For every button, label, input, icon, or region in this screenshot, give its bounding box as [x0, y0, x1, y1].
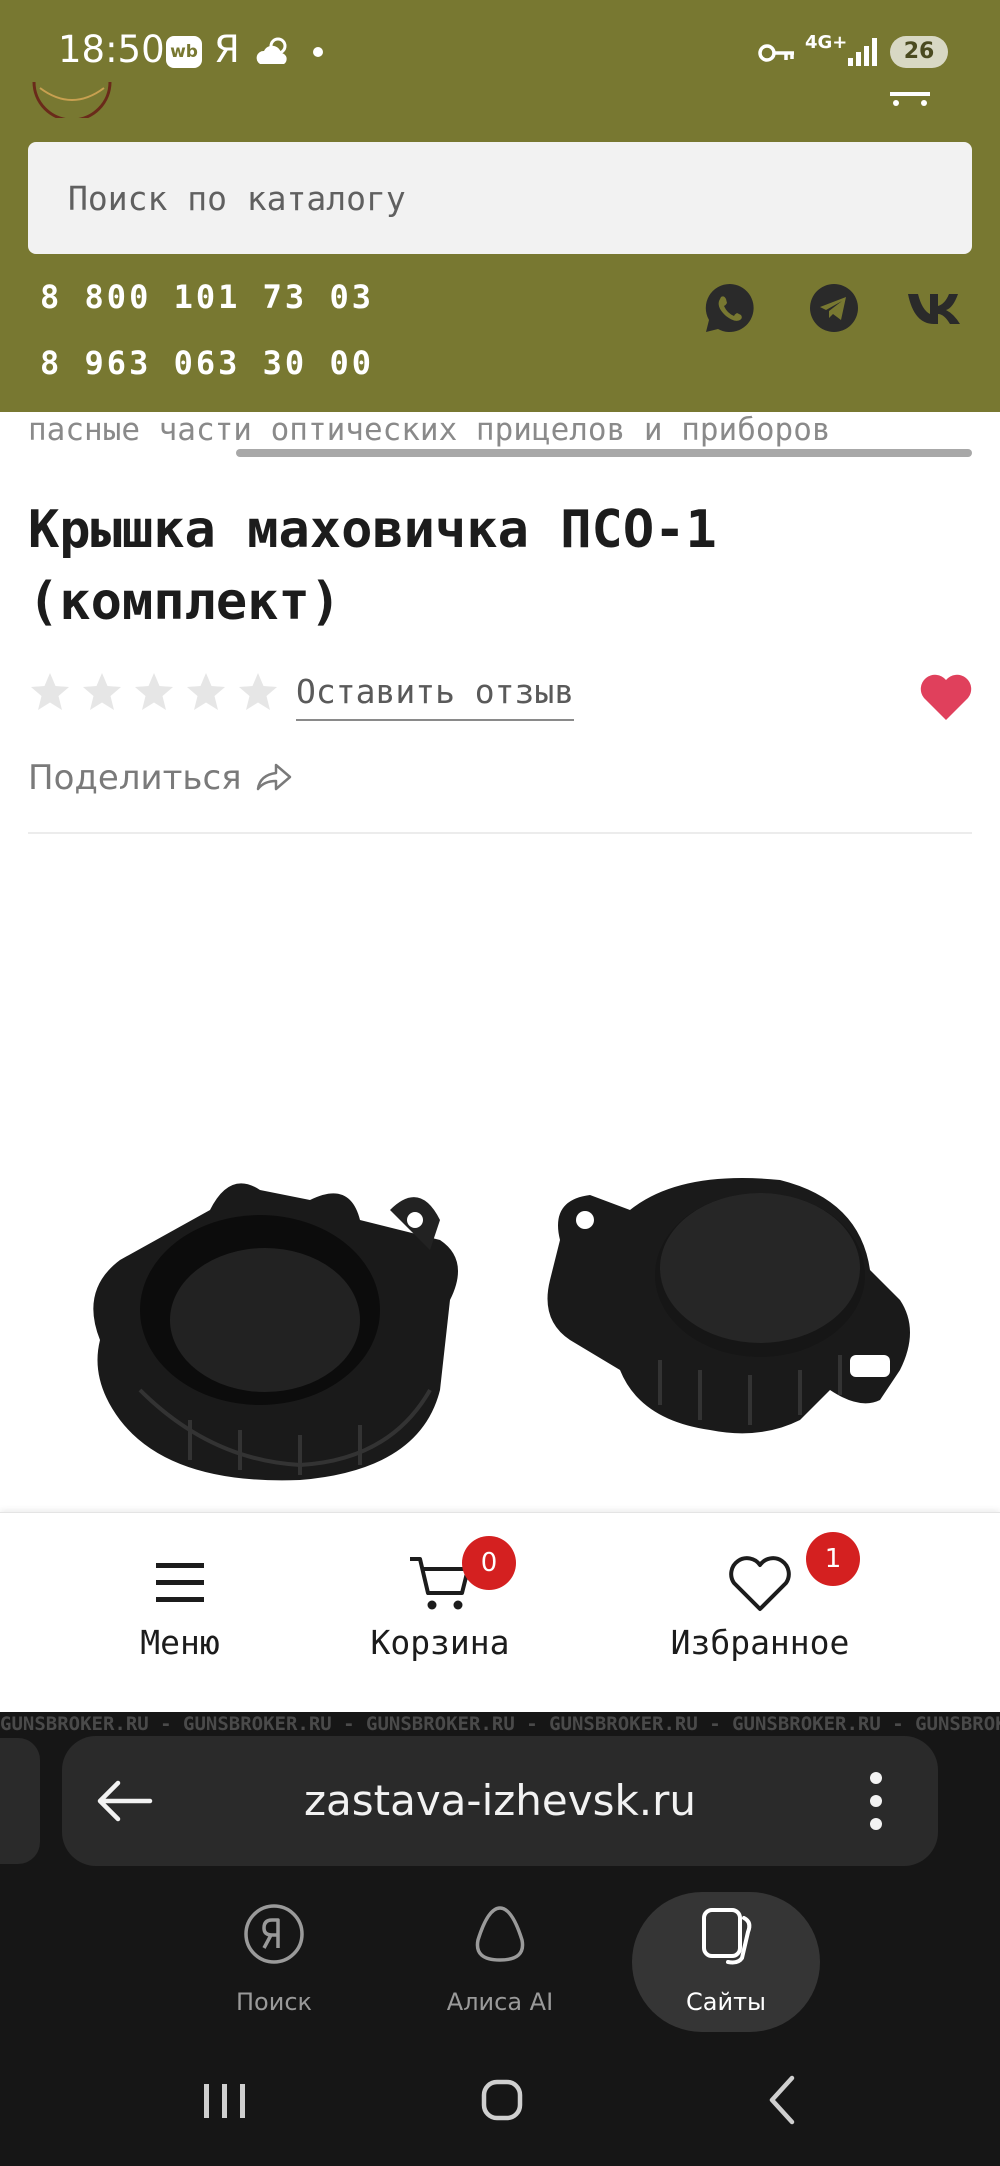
more-vertical-icon[interactable]	[868, 1770, 884, 1832]
telegram-icon[interactable]	[806, 280, 862, 336]
favorites-count-badge: 1	[806, 1532, 860, 1586]
divider	[28, 832, 972, 834]
alice-ai-label: Алиса AI	[446, 1988, 554, 2016]
share-button[interactable]: Поделиться	[28, 758, 294, 798]
nav-cart-button[interactable]: Корзина	[340, 1513, 540, 1713]
signal-icon	[848, 38, 877, 66]
star-icon[interactable]	[80, 670, 124, 714]
alice-icon	[475, 1906, 525, 1962]
nav-favorites-label: Избранное	[670, 1623, 850, 1662]
url-bar[interactable]: zastava-izhevsk.ru	[62, 1736, 938, 1866]
site-logo[interactable]	[30, 82, 114, 118]
nav-menu-button[interactable]: Меню	[100, 1513, 260, 1713]
cap-open-view	[93, 1183, 459, 1481]
browser-search-label: Поиск	[235, 1988, 313, 2016]
site-header: 18:50 wb Я 4G+ 26 8 800 101 73 03 8 96	[0, 0, 1000, 412]
wb-notification-icon: wb	[166, 36, 202, 68]
browser-search-button[interactable]: Поиск	[184, 1892, 364, 2032]
share-label: Поделиться	[28, 758, 242, 798]
status-time: 18:50	[58, 28, 165, 71]
system-back-icon[interactable]	[748, 2070, 818, 2130]
phone-number-2[interactable]: 8 963 063 30 00	[40, 344, 374, 382]
status-bar: 18:50 wb Я 4G+ 26	[0, 0, 1000, 100]
watermark: GUNSBROKER.RU - GUNSBROKER.RU - GUNSBROK…	[0, 1713, 1000, 1735]
favorite-heart-icon[interactable]	[918, 670, 974, 722]
star-icon[interactable]	[28, 670, 72, 714]
sites-label: Сайты	[686, 1988, 766, 2016]
notification-dot	[313, 47, 323, 57]
whatsapp-icon[interactable]	[702, 280, 758, 336]
star-icon[interactable]	[236, 670, 280, 714]
nav-cart-label: Корзина	[370, 1623, 510, 1662]
sites-button[interactable]: Сайты	[632, 1892, 820, 2032]
breadcrumb-scrollbar[interactable]	[236, 449, 972, 457]
url-text[interactable]: zastava-izhevsk.ru	[62, 1776, 938, 1825]
weather-icon	[256, 37, 287, 64]
vk-icon[interactable]	[906, 280, 962, 336]
catalog-search-input[interactable]	[28, 142, 972, 254]
phone-number-1[interactable]: 8 800 101 73 03	[40, 278, 374, 316]
home-icon[interactable]	[466, 2070, 536, 2130]
rating-stars[interactable]	[28, 670, 280, 730]
heart-outline-icon	[729, 1556, 791, 1611]
tabs-icon	[702, 1908, 752, 1965]
product-title: Крышка маховичка ПСО-1 (комплект)	[28, 500, 717, 632]
hamburger-icon	[156, 1563, 204, 1602]
recent-apps-icon[interactable]	[190, 2070, 260, 2130]
nav-menu-label: Меню	[140, 1623, 220, 1662]
battery-indicator: 26	[890, 36, 948, 68]
yandex-notification-icon: Я	[214, 28, 240, 71]
breadcrumb[interactable]: пасные части оптических прицелов и прибо…	[28, 410, 972, 450]
vpn-key-icon	[758, 44, 794, 62]
cart-count-badge: 0	[462, 1536, 516, 1590]
yandex-search-icon	[244, 1904, 304, 1964]
share-arrow-icon	[256, 763, 291, 791]
leave-review-link[interactable]: Оставить отзыв	[296, 672, 575, 721]
star-icon[interactable]	[132, 670, 176, 714]
hamburger-menu-icon[interactable]	[890, 92, 930, 106]
alice-ai-button[interactable]: Алиса AI	[410, 1892, 590, 2032]
product-image[interactable]	[60, 1140, 940, 1510]
cap-closed-view	[547, 1178, 910, 1434]
previous-tab-peek[interactable]	[0, 1738, 40, 1864]
network-type-label: 4G+	[805, 32, 848, 53]
star-icon[interactable]	[184, 670, 228, 714]
